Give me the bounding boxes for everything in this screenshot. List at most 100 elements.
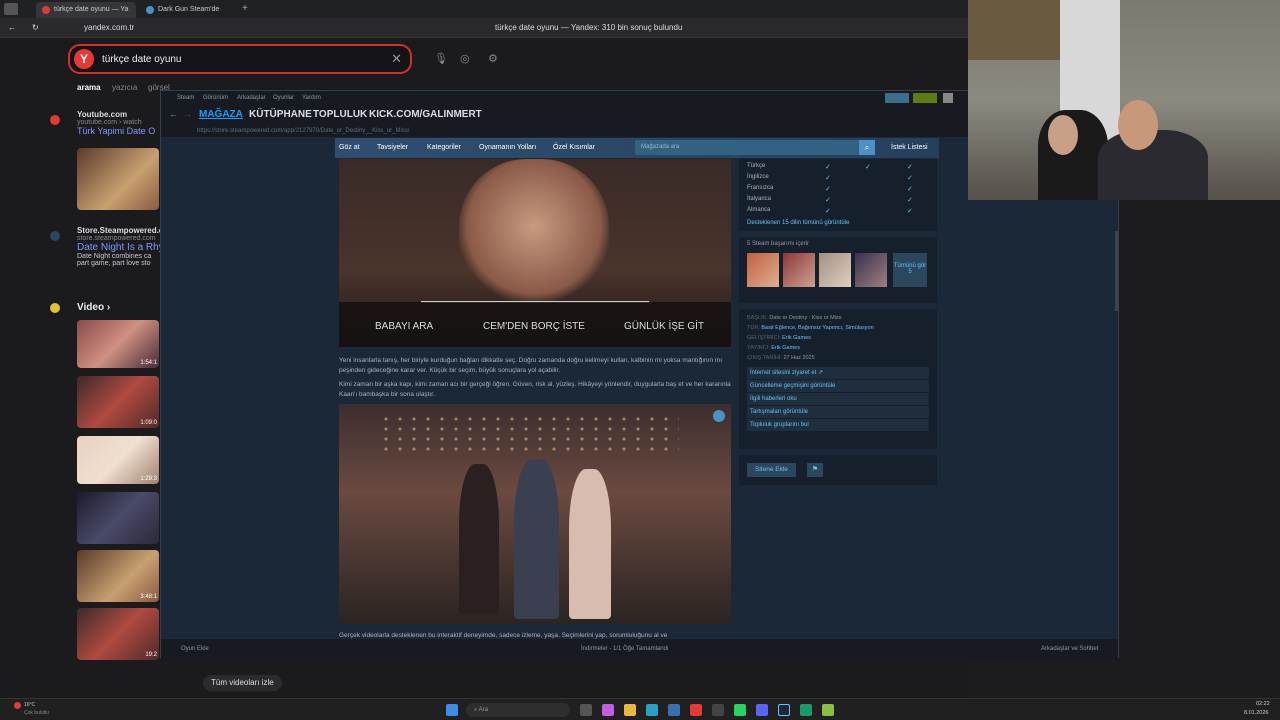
search-input[interactable]: türkçe date oyunu [102,54,182,65]
meta-value[interactable]: Erik Games [771,345,800,351]
store-menu-ways[interactable]: Oynamanın Yolları [479,144,536,151]
menu-friends[interactable]: Arkadaşlar [237,95,266,101]
obs-icon[interactable] [712,704,724,716]
clock-time[interactable]: 02:22 [1256,701,1270,707]
expand-icon[interactable] [713,410,725,422]
store-search-input[interactable]: Mağazada ara [635,140,875,155]
result-thumbnail[interactable] [77,148,159,210]
scrollbar[interactable] [1115,231,1118,311]
explorer-icon[interactable] [624,704,636,716]
video-thumbnail[interactable]: 1:54:1 [77,320,159,368]
achievement-icon[interactable] [747,253,779,287]
description-3: Gerçek videolarla desteklenen bu interak… [339,632,668,639]
tab-arama[interactable]: arama [77,83,101,92]
tab-steam[interactable]: Dark Gun Steam'de [140,2,240,18]
back-icon[interactable]: ← [8,23,16,32]
meta-label: YAYINCI: [747,345,770,351]
all-videos-button[interactable]: Tüm videoları izle [203,675,282,691]
copilot-icon[interactable] [602,704,614,716]
menu-steam[interactable]: Steam [177,95,194,101]
video-heading[interactable]: Video › [77,302,110,313]
menu-games[interactable]: Oyunlar [273,95,294,101]
steam-taskbar-icon[interactable] [778,704,790,716]
language-name: Türkçe [747,163,766,169]
result-url[interactable]: store.steampowered.com [77,235,161,242]
yandex-browser-icon[interactable] [690,704,702,716]
meta-release: ÇIKIŞ TARİHİ: 27 Haz 2025 [747,353,929,363]
video-thumbnail[interactable]: 19:2 [77,608,159,660]
nav-profile[interactable]: KICK.COM/GALINMERT [369,109,482,120]
result-title[interactable]: Date Night Is a Rhy [77,242,161,253]
new-tab-icon[interactable]: + [242,3,248,14]
settings-icon[interactable]: ⚙ [488,52,498,65]
app-icon[interactable] [800,704,812,716]
clock-date[interactable]: 8.01.2026 [1244,710,1268,716]
forward-icon[interactable]: ↻ [32,23,39,32]
meta-value[interactable]: Erik Games [782,335,811,341]
choice-ise-git[interactable]: GÜNLÜK İŞE GİT [624,321,704,332]
edge-icon[interactable] [646,704,658,716]
voice-icon[interactable]: 🎙 [434,52,448,65]
result-title[interactable]: Türk Yapimi Date O [77,126,161,136]
weather-temp[interactable]: 16°C [24,702,35,708]
forward-icon[interactable]: → [183,109,192,119]
back-icon[interactable]: ← [169,109,178,119]
achievement-icon[interactable] [783,253,815,287]
announce-button[interactable] [885,93,909,103]
browser-menu-icon[interactable] [4,3,18,15]
meta-value[interactable]: Basit Eğlence, Bağımsız Yapımcı, Simülas… [761,325,873,331]
address-url[interactable]: yandex.com.tr [84,23,134,32]
notify-button[interactable] [913,93,937,103]
start-icon[interactable] [446,704,458,716]
discord-icon[interactable] [756,704,768,716]
language-name: Almanca [747,207,771,213]
menu-view[interactable]: Görünüm [203,95,228,101]
video-thumbnail[interactable]: 1:29:3 [77,436,159,484]
all-languages-link[interactable]: Desteklenen 15 dilin tümünü görüntüle [747,220,929,226]
achievement-icon[interactable] [819,253,851,287]
taskbar-search[interactable]: ⌕ Ara [466,703,570,717]
search-box[interactable]: Y türkçe date oyunu ✕ [68,44,412,74]
link-news[interactable]: İlgili haberleri oku [747,393,929,405]
store-menu-categories[interactable]: Kategoriler [427,144,461,151]
nav-library[interactable]: KÜTÜPHANE [249,109,312,120]
choice-babayi-ara[interactable]: BABAYI ARA [375,321,433,332]
menu-help[interactable]: Yardım [302,95,321,101]
nav-community[interactable]: TOPLULUK [313,109,367,120]
trailer-video[interactable]: BABAYI ARA CEM'DEN BORÇ İSTE GÜNLÜK İŞE … [339,159,731,347]
downloads-status[interactable]: İndirmeler - 1/1 Öğe Tamamlandı [581,646,669,652]
friends-chat-button[interactable]: Arkadaşlar ve Sohbet [1041,646,1098,652]
wishlist-link[interactable]: İstek Listesi [891,144,928,151]
avatar[interactable] [943,93,953,103]
add-game-button[interactable]: Oyun Ekle [181,646,209,652]
taskview-icon[interactable] [580,704,592,716]
meta-label: TÜR: [747,325,760,331]
follow-button[interactable]: Sitene Ekle [747,463,796,477]
video-thumbnail[interactable] [77,492,159,544]
check-icon: ✓ [907,164,913,171]
store-icon[interactable] [668,704,680,716]
store-menu-special[interactable]: Özel Kısımlar [553,144,595,151]
link-groups[interactable]: Topluluk gruplarını bul [747,419,929,431]
video-thumbnail[interactable]: 1:09:0 [77,376,159,428]
flag-icon[interactable]: ⚑ [807,463,823,477]
tab-yandex[interactable]: türkçe date oyunu — Ya [36,2,136,18]
achievement-icon[interactable] [855,253,887,287]
achievements-more[interactable]: Tümünü gör 5 [893,253,927,287]
link-discussions[interactable]: Tartışmaları görüntüle [747,406,929,418]
search-icon[interactable]: ⌕ [859,140,875,155]
video-thumbnail[interactable]: 3:48:1 [77,550,159,602]
tab-yazici[interactable]: yazıcıa [112,83,137,92]
app-icon[interactable] [822,704,834,716]
store-menu-recommend[interactable]: Tavsiyeler [377,144,408,151]
store-menu-browse[interactable]: Göz at [339,144,360,151]
nav-store[interactable]: MAĞAZA [199,109,243,120]
link-updates[interactable]: Güncelleme geçmişini görüntüle [747,380,929,392]
clear-icon[interactable]: ✕ [391,51,402,67]
screenshot-image[interactable] [339,404,731,624]
whatsapp-icon[interactable] [734,704,746,716]
camera-icon[interactable]: ◎ [460,52,470,65]
result-url[interactable]: youtube.com › watch [77,119,161,126]
link-website[interactable]: İnternet sitesini ziyaret et ↗ [747,367,929,379]
choice-borc-iste[interactable]: CEM'DEN BORÇ İSTE [483,321,585,332]
